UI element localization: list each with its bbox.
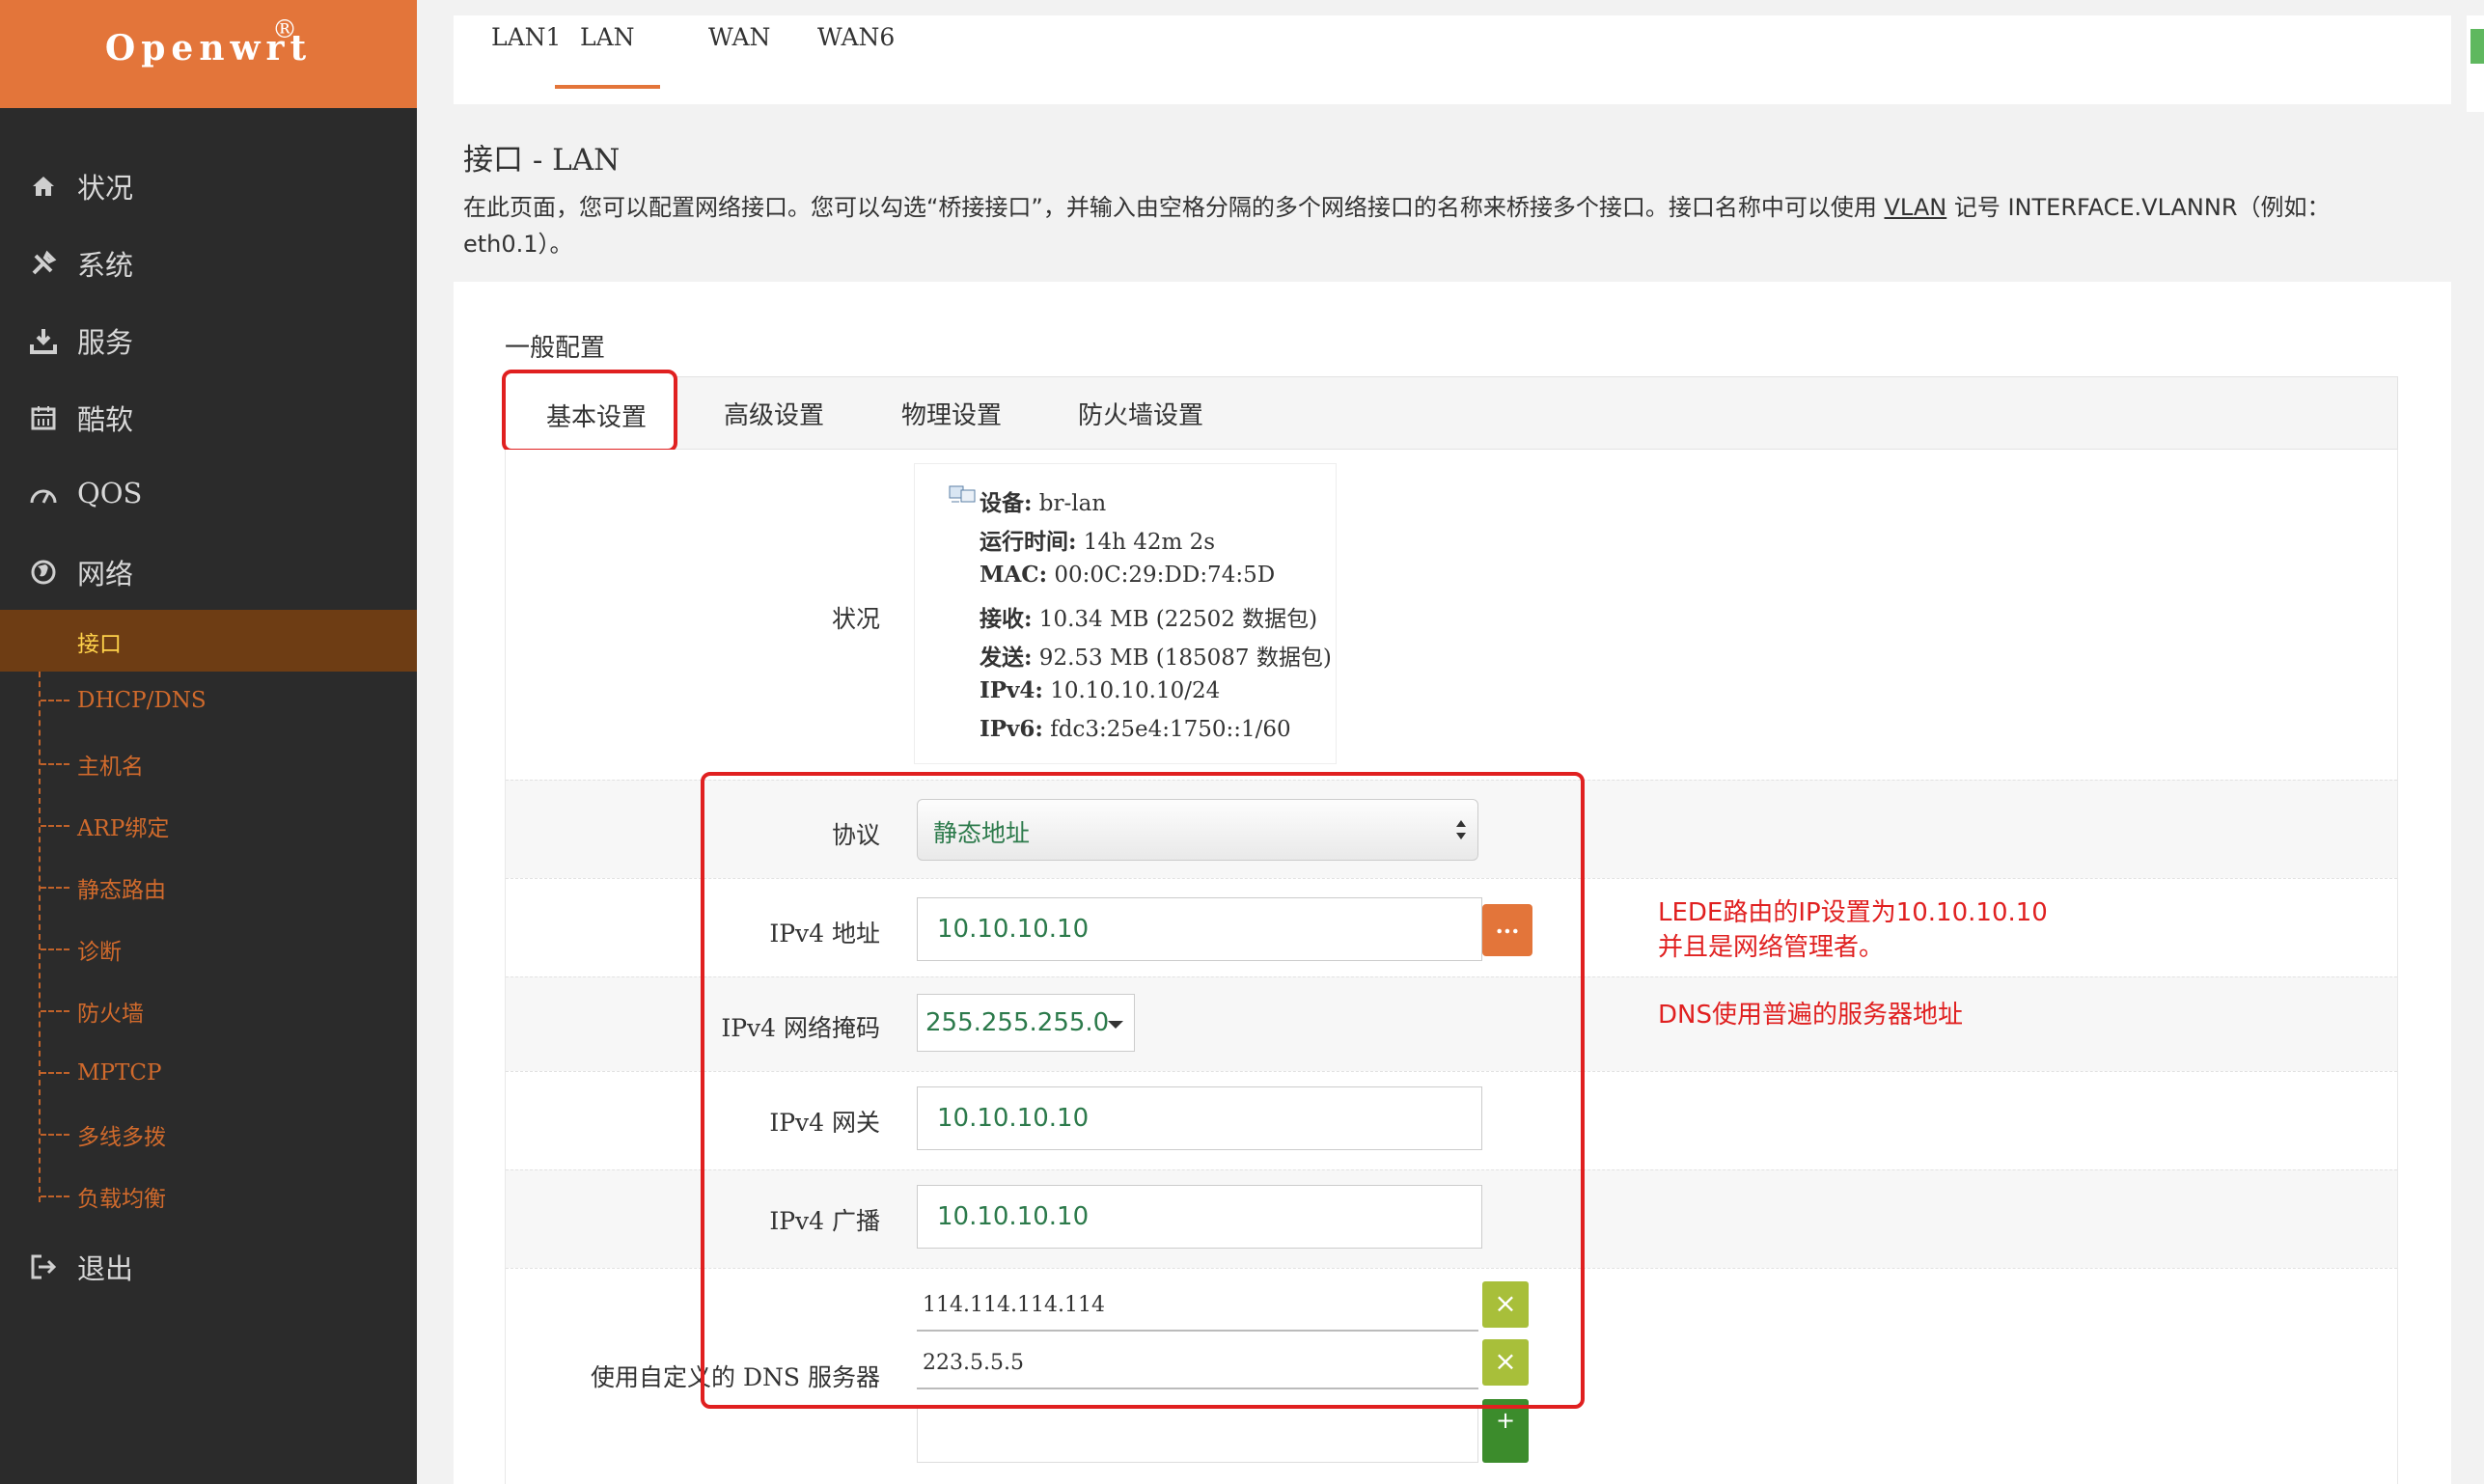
- sidebar-subitem-multiwan[interactable]: 多线多拨: [0, 1106, 417, 1164]
- brand-header[interactable]: Openwrt ®: [0, 0, 417, 108]
- sidebar-subitem-label: ARP绑定: [77, 816, 170, 841]
- tree-branch: [41, 763, 69, 765]
- section-title: 一般配置: [505, 334, 606, 363]
- sidebar-subitem-static-routes[interactable]: 静态路由: [0, 859, 417, 917]
- tree-branch: [41, 1195, 69, 1197]
- tab-physical-settings[interactable]: 物理设置: [901, 396, 1002, 431]
- status-key: IPv4:: [980, 677, 1043, 703]
- status-mac: MAC: 00:0C:29:DD:74:5D: [980, 562, 1275, 588]
- status-indicator: [2470, 29, 2484, 64]
- desc-text: 在此页面，您可以配置网络接口。您可以勾选“桥接接口”，并输入由空格分隔的多个网络…: [463, 194, 1885, 221]
- sidebar-item-label: 退出: [77, 1252, 134, 1285]
- status-key: 接收:: [980, 606, 1033, 632]
- sidebar-subitem-label: DHCP/DNS: [77, 688, 207, 713]
- status-uptime: 运行时间: 14h 42m 2s: [980, 523, 1215, 556]
- status-value: 14h 42m 2s: [1076, 530, 1216, 555]
- sidebar-subitem-arp-binding[interactable]: ARP绑定: [0, 797, 417, 855]
- sidebar-subitem-label: MPTCP: [77, 1060, 162, 1086]
- network-device-icon: [949, 485, 976, 503]
- sidebar-subitem-diagnostics[interactable]: 诊断: [0, 921, 417, 978]
- sidebar-item-label: QOS: [77, 477, 143, 509]
- status-tx: 发送: 92.53 MB (185087 数据包): [980, 639, 1332, 672]
- tab-lan1[interactable]: LAN1: [491, 23, 561, 89]
- status-label: 状况: [831, 605, 880, 633]
- page-title: 接口 - LAN: [463, 143, 621, 178]
- status-key: 运行时间:: [980, 529, 1077, 555]
- tree-branch: [41, 1134, 69, 1136]
- brand-registered-mark: ®: [272, 15, 297, 44]
- sidebar-item-logout[interactable]: 退出: [0, 1233, 417, 1301]
- sidebar-item-label: 网络: [77, 558, 134, 591]
- sidebar-item-label: 酷软: [77, 403, 134, 436]
- status-ipv4: IPv4: 10.10.10.10/24: [980, 677, 1220, 703]
- status-key: 发送:: [980, 645, 1033, 671]
- annotation-highlight-box: [701, 772, 1585, 1409]
- tab-basic-settings[interactable]: 基本设置: [546, 398, 647, 433]
- tree-branch: [41, 700, 69, 701]
- globe-icon: [27, 556, 60, 589]
- dns-input-new[interactable]: [917, 1405, 1478, 1463]
- sidebar-item-label: 状况: [77, 172, 134, 205]
- sidebar-subitem-label: 接口: [77, 632, 122, 657]
- sidebar-subitem-firewall[interactable]: 防火墙: [0, 982, 417, 1040]
- sidebar-subitem-dhcp-dns[interactable]: DHCP/DNS: [0, 672, 417, 729]
- status-value: fdc3:25e4:1750::1/60: [1042, 717, 1291, 742]
- sidebar-item-status[interactable]: 状况: [0, 152, 417, 220]
- tab-lan[interactable]: LAN: [555, 23, 660, 89]
- sidebar-subitem-interfaces[interactable]: 接口: [0, 610, 417, 672]
- sidebar-subitem-label: 主机名: [77, 755, 144, 780]
- home-icon: [27, 170, 60, 203]
- status-value: 92.53 MB (185087 数据包): [1032, 646, 1332, 671]
- tree-branch: [41, 887, 69, 889]
- status-ipv6: IPv6: fdc3:25e4:1750::1/60: [980, 716, 1291, 742]
- annotation-text-2: 并且是网络管理者。: [1658, 933, 1885, 962]
- sidebar-subitem-label: 防火墙: [77, 1002, 144, 1027]
- status-key: MAC:: [980, 562, 1048, 588]
- status-value: 00:0C:29:DD:74:5D: [1047, 563, 1276, 588]
- status-device: 设备: br-lan: [980, 484, 1106, 517]
- status-rx: 接收: 10.34 MB (22502 数据包): [980, 600, 1317, 633]
- sidebar-subitem-mptcp[interactable]: MPTCP: [0, 1044, 417, 1102]
- sidebar-subitem-label: 静态路由: [77, 878, 166, 903]
- tree-branch: [41, 1010, 69, 1012]
- sidebar-item-system[interactable]: 系统: [0, 230, 417, 297]
- status-key: 设备:: [980, 490, 1033, 516]
- tab-wan6[interactable]: WAN6: [817, 23, 895, 89]
- sidebar-subitem-label: 多线多拨: [77, 1125, 166, 1150]
- sidebar-item-software[interactable]: 酷软: [0, 384, 417, 452]
- sidebar-subitem-label: 诊断: [77, 940, 122, 965]
- sidebar-item-qos[interactable]: QOS: [0, 459, 417, 527]
- sidebar: Openwrt ® 状况 系统 服务 酷软 QOS 网络 接口 DHCP/DNS…: [0, 0, 417, 1484]
- tab-advanced-settings[interactable]: 高级设置: [724, 396, 824, 431]
- tree-branch: [41, 825, 69, 827]
- logout-icon: [27, 1250, 60, 1283]
- sidebar-item-label: 系统: [77, 249, 134, 282]
- annotation-text-3: DNS使用普遍的服务器地址: [1658, 1001, 1963, 1030]
- sidebar-item-network[interactable]: 网络: [0, 538, 417, 606]
- tab-wan[interactable]: WAN: [708, 23, 770, 89]
- sidebar-subitem-hostnames[interactable]: 主机名: [0, 735, 417, 793]
- status-value: 10.10.10.10/24: [1042, 678, 1221, 703]
- sidebar-subitem-load-balancing[interactable]: 负载均衡: [0, 1168, 417, 1225]
- sidebar-item-services[interactable]: 服务: [0, 307, 417, 374]
- calendar-icon: [27, 401, 60, 434]
- sidebar-subitem-label: 负载均衡: [77, 1187, 166, 1212]
- annotation-text-1: LEDE路由的IP设置为10.10.10.10: [1658, 898, 2048, 927]
- status-value: br-lan: [1032, 491, 1107, 516]
- status-value: 10.34 MB (22502 数据包): [1032, 607, 1318, 632]
- tools-icon: [27, 247, 60, 280]
- tree-branch: [41, 948, 69, 950]
- gauge-icon: [27, 477, 60, 509]
- tab-firewall-settings[interactable]: 防火墙设置: [1078, 396, 1203, 431]
- status-key: IPv6:: [980, 716, 1043, 742]
- download-icon: [27, 324, 60, 357]
- sidebar-item-label: 服务: [77, 326, 134, 359]
- page-description: 在此页面，您可以配置网络接口。您可以勾选“桥接接口”，并输入由空格分隔的多个网络…: [463, 189, 2432, 262]
- tree-branch: [41, 1072, 69, 1074]
- vlan-link[interactable]: VLAN: [1885, 194, 1947, 221]
